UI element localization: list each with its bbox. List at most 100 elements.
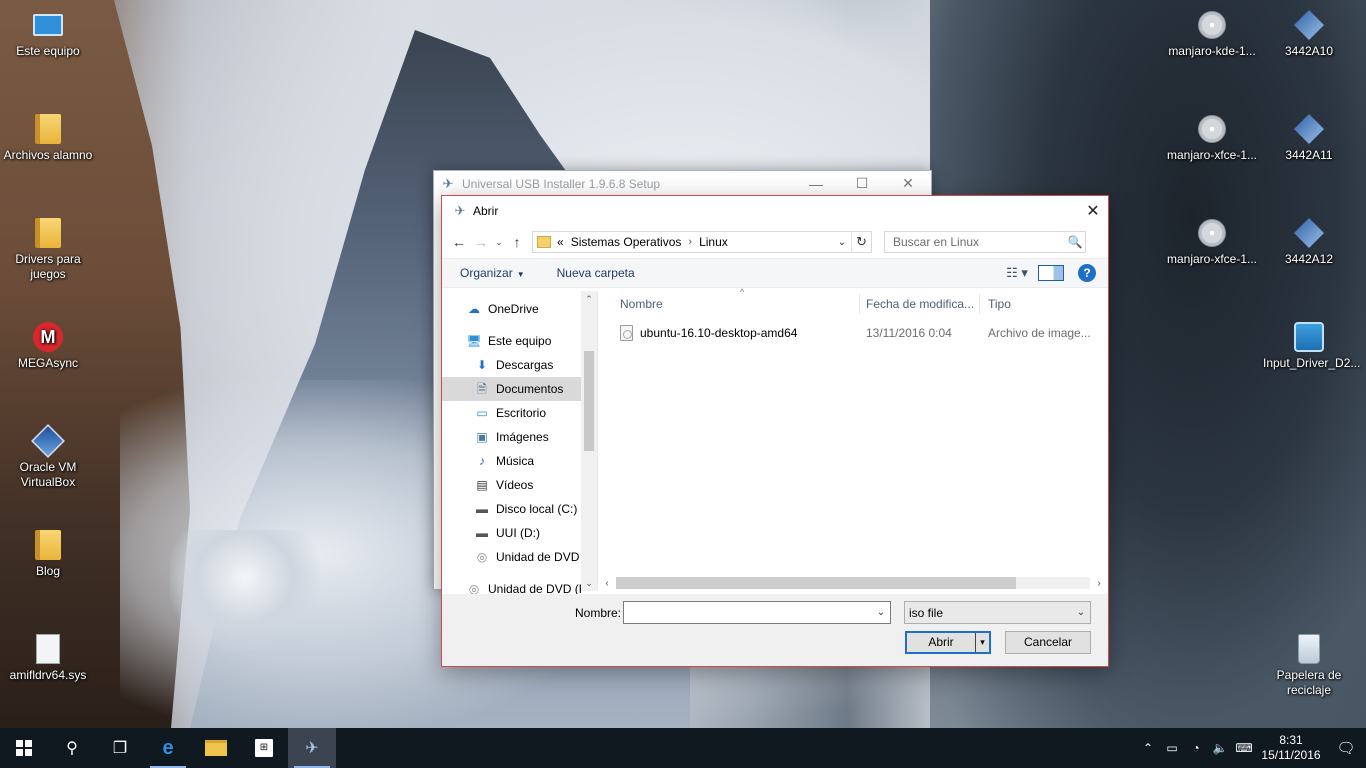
nav-item-icon: 🗎 xyxy=(477,382,487,396)
dialog-footer: Nombre: ⌄ iso file ⌄ Abrir ▾ Cancelar xyxy=(442,594,1108,666)
change-view-icon[interactable]: ☷ ▾ xyxy=(996,265,1038,281)
maximize-button[interactable]: ☐ xyxy=(839,171,885,196)
breadcrumb-separator-icon[interactable]: › xyxy=(688,236,692,248)
nav-item[interactable]: ⬇ Descargas xyxy=(442,353,597,377)
show-hidden-icons-chevron-icon[interactable]: ⌃ xyxy=(1136,741,1160,755)
nav-item[interactable]: 🖥 Este equipo xyxy=(442,329,597,353)
column-header-name[interactable]: Nombre xyxy=(598,294,860,314)
computer-icon xyxy=(31,8,65,42)
scroll-thumb[interactable] xyxy=(584,351,594,451)
back-arrow-icon[interactable]: ← xyxy=(448,231,470,253)
desktop-icon-este-equipo[interactable]: Este equipo xyxy=(2,8,94,59)
taskbar-store[interactable]: ⊞ xyxy=(240,728,288,768)
nav-item[interactable]: ▤ Vídeos xyxy=(442,473,597,497)
horizontal-scrollbar[interactable]: ‹ › xyxy=(598,575,1108,591)
breadcrumb-sistemas-operativos[interactable]: Sistemas Operativos xyxy=(571,235,682,249)
start-button[interactable] xyxy=(0,728,48,768)
open-file-dialog[interactable]: ✈ Abrir ✕ ← → ⌄ ↑ « Sistemas Operativos … xyxy=(441,195,1109,667)
system-tray: ⌃ ▭ ◔ 🔈 ⌨ 8:31 15/11/2016 🗨 xyxy=(1136,728,1366,768)
scroll-left-icon[interactable]: ‹ xyxy=(598,578,616,589)
preview-pane-icon[interactable] xyxy=(1038,265,1064,281)
keyboard-icon[interactable]: ⌨ xyxy=(1232,741,1256,755)
taskbar-file-explorer[interactable] xyxy=(192,728,240,768)
organize-menu[interactable]: Organizar ▼ xyxy=(460,266,525,280)
wifi-icon[interactable]: ◔ xyxy=(1184,741,1208,755)
folder-icon xyxy=(31,528,65,562)
battery-icon[interactable]: ▭ xyxy=(1160,741,1184,755)
dialog-close-button[interactable]: ✕ xyxy=(1078,196,1108,226)
dialog-titlebar[interactable]: ✈ Abrir ✕ xyxy=(442,196,1108,226)
clock[interactable]: 8:31 15/11/2016 xyxy=(1256,733,1326,763)
nav-item[interactable]: ▣ Imágenes xyxy=(442,425,597,449)
open-button[interactable]: Abrir ▾ xyxy=(905,631,991,654)
breadcrumb-overflow[interactable]: « xyxy=(557,235,564,249)
desktop-icon-virtualbox[interactable]: Oracle VM VirtualBox xyxy=(2,424,94,490)
filetype-select[interactable]: iso file ⌄ xyxy=(904,601,1091,624)
nav-item[interactable]: ◎ Unidad de DVD ( xyxy=(442,545,597,569)
open-split-dropdown-icon[interactable]: ▾ xyxy=(975,633,989,652)
task-view-button[interactable]: ❐ xyxy=(96,728,144,768)
nav-item[interactable]: ▬ Disco local (C:) xyxy=(442,497,597,521)
setup-titlebar[interactable]: ✈ Universal USB Installer 1.9.6.8 Setup … xyxy=(434,171,931,196)
nav-item[interactable]: 🗎 Documentos xyxy=(442,377,581,401)
desktop-icon-megasync[interactable]: M MEGAsync xyxy=(2,320,94,371)
address-bar[interactable]: « Sistemas Operativos › Linux ⌄ ↻ xyxy=(532,231,872,253)
clock-date: 15/11/2016 xyxy=(1261,748,1321,762)
scroll-thumb[interactable] xyxy=(616,577,1016,589)
desktop-icon-manjaro-xfce-1[interactable]: manjaro-xfce-1... xyxy=(1166,112,1258,163)
nav-item[interactable]: ☁ OneDrive xyxy=(442,297,597,321)
desktop-icon-3442a12[interactable]: 3442A12 xyxy=(1263,216,1355,267)
desktop-icon-label: amifldrv64.sys xyxy=(9,668,87,682)
filename-dropdown-icon[interactable]: ⌄ xyxy=(872,607,890,618)
desktop-icon-amifldrv64[interactable]: amifldrv64.sys xyxy=(2,632,94,683)
forward-arrow-icon[interactable]: → xyxy=(470,231,492,253)
close-button[interactable]: ✕ xyxy=(885,171,931,196)
nav-item[interactable]: ▭ Escritorio xyxy=(442,401,597,425)
nav-scrollbar[interactable]: ⌃ ⌄ xyxy=(581,291,597,591)
nav-item[interactable]: ♪ Música xyxy=(442,449,597,473)
scroll-track[interactable] xyxy=(616,577,1090,589)
desktop-icon-blog[interactable]: Blog xyxy=(2,528,94,579)
help-icon[interactable]: ? xyxy=(1078,264,1096,282)
desktop-icon-input-driver[interactable]: Input_Driver_D2... xyxy=(1263,320,1360,371)
taskbar: ⚲ ❐ e ⊞ ✈ ⌃ ▭ ◔ 🔈 ⌨ 8:31 15/11/2016 🗨 xyxy=(0,728,1366,768)
up-arrow-icon[interactable]: ↑ xyxy=(506,231,528,253)
column-header-date[interactable]: Fecha de modifica... xyxy=(860,294,980,314)
address-dropdown-icon[interactable]: ⌄ xyxy=(833,237,851,248)
search-input[interactable]: Buscar en Linux xyxy=(893,235,1065,249)
breadcrumb-linux[interactable]: Linux xyxy=(699,235,728,249)
desktop-icon-drivers-para-juegos[interactable]: Drivers para juegos xyxy=(2,216,94,282)
action-center-icon[interactable]: 🗨 xyxy=(1326,739,1366,757)
usb-installer-icon xyxy=(1292,112,1326,146)
minimize-button[interactable]: — xyxy=(793,171,839,196)
file-row[interactable]: ubuntu-16.10-desktop-amd64 13/11/2016 0:… xyxy=(598,321,1108,345)
search-button[interactable]: ⚲ xyxy=(48,728,96,768)
desktop-icon-archivos-alamno[interactable]: Archivos alamno xyxy=(2,112,94,163)
recent-locations-chevron-icon[interactable]: ⌄ xyxy=(492,231,506,253)
folder-icon xyxy=(537,236,551,248)
filetype-dropdown-icon[interactable]: ⌄ xyxy=(1072,607,1090,618)
volume-icon[interactable]: 🔈 xyxy=(1208,741,1232,755)
new-folder-button[interactable]: Nueva carpeta xyxy=(557,266,635,280)
scroll-right-icon[interactable]: › xyxy=(1090,578,1108,589)
desktop-icon-manjaro-kde[interactable]: manjaro-kde-1... xyxy=(1166,8,1258,59)
nav-item[interactable]: ▬ UUI (D:) xyxy=(442,521,597,545)
scroll-down-icon[interactable]: ⌄ xyxy=(581,575,597,591)
usb-installer-icon xyxy=(1292,8,1326,42)
windows-logo-icon xyxy=(16,740,32,756)
desktop-icon-3442a10[interactable]: 3442A10 xyxy=(1263,8,1355,59)
taskbar-edge[interactable]: e xyxy=(144,728,192,768)
open-button-label: Abrir xyxy=(928,635,954,649)
column-header-type[interactable]: Tipo xyxy=(980,294,1108,314)
desktop-icon-3442a11[interactable]: 3442A11 xyxy=(1263,112,1355,163)
taskbar-uui[interactable]: ✈ xyxy=(288,728,336,768)
search-box[interactable]: Buscar en Linux 🔍 xyxy=(884,231,1086,253)
setup-window-title: Universal USB Installer 1.9.6.8 Setup xyxy=(462,176,661,191)
filename-input[interactable] xyxy=(624,602,872,623)
cancel-button[interactable]: Cancelar xyxy=(1005,631,1091,654)
refresh-icon[interactable]: ↻ xyxy=(851,232,871,252)
desktop-icon-manjaro-xfce-2[interactable]: manjaro-xfce-1... xyxy=(1166,216,1258,267)
scroll-up-icon[interactable]: ⌃ xyxy=(581,291,597,307)
desktop-icon-recycle-bin[interactable]: Papelera de reciclaje xyxy=(1263,632,1355,698)
filename-combobox[interactable]: ⌄ xyxy=(623,601,891,624)
